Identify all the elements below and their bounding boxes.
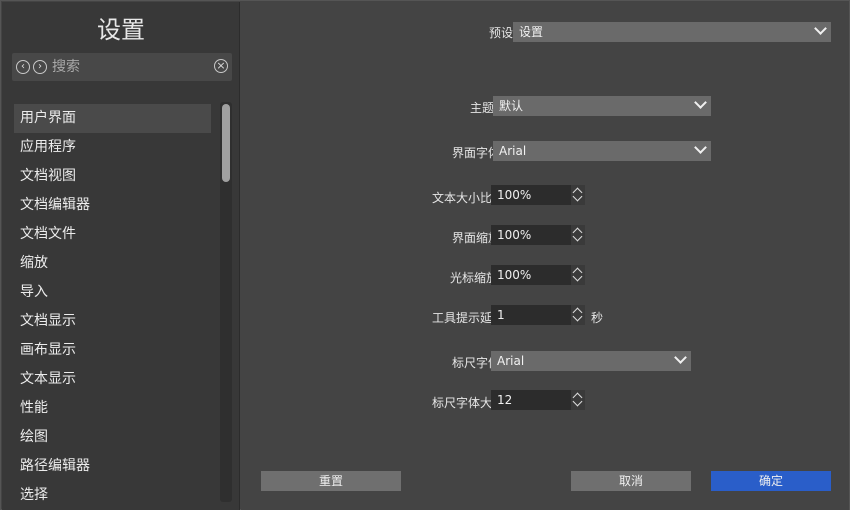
stepper-arrows-icon[interactable] bbox=[571, 390, 585, 410]
ui-scale-value: 100% bbox=[497, 228, 532, 242]
stepper-arrows-icon[interactable] bbox=[571, 225, 585, 245]
ruler-font-value: Arial bbox=[497, 354, 525, 368]
nav-list: 用户界面 应用程序 文档视图 文档编辑器 文档文件 缩放 导入 文档显示 画布显… bbox=[14, 104, 211, 510]
sidebar-item-canvas-display[interactable]: 画布显示 bbox=[14, 336, 211, 365]
sidebar-item-document-editor[interactable]: 文档编辑器 bbox=[14, 191, 211, 220]
preset-label: 预设 bbox=[489, 26, 513, 40]
tooltip-delay-unit: 秒 bbox=[591, 311, 604, 325]
clear-icon[interactable]: × bbox=[214, 59, 228, 73]
cursor-scale-stepper[interactable]: 100% bbox=[491, 265, 585, 285]
sidebar-item-text-display[interactable]: 文本显示 bbox=[14, 365, 211, 394]
sidebar-item-application[interactable]: 应用程序 bbox=[14, 133, 211, 162]
sidebar-item-performance[interactable]: 性能 bbox=[14, 394, 211, 423]
text-size-stepper[interactable]: 100% bbox=[491, 185, 585, 205]
theme-value: 默认 bbox=[499, 99, 524, 113]
sidebar-scroll-thumb[interactable] bbox=[222, 104, 230, 182]
sidebar-item-ui[interactable]: 用户界面 bbox=[14, 104, 211, 133]
ruler-font-label: 标尺字体 bbox=[452, 356, 494, 370]
chevron-down-icon bbox=[694, 141, 707, 154]
sidebar-item-document-display[interactable]: 文档显示 bbox=[14, 307, 211, 336]
ruler-font-size-label: 标尺字体大 bbox=[432, 396, 493, 410]
chevron-down-icon bbox=[814, 22, 827, 35]
settings-window: 设置 ‹ › × 用户界面 应用程序 文档视图 文档编辑器 文档文件 缩放 导入… bbox=[0, 0, 850, 510]
preset-select[interactable]: 设置 bbox=[513, 22, 831, 42]
search-box: ‹ › × bbox=[12, 53, 232, 81]
text-size-value: 100% bbox=[497, 188, 532, 202]
reset-button[interactable]: 重置 bbox=[261, 471, 401, 491]
theme-select[interactable]: 默认 bbox=[493, 96, 711, 116]
sidebar-item-zoom[interactable]: 缩放 bbox=[14, 249, 211, 278]
search-input[interactable] bbox=[52, 58, 202, 76]
text-size-label: 文本大小比 bbox=[432, 191, 493, 205]
ruler-font-select[interactable]: Arial bbox=[491, 351, 691, 371]
stepper-arrows-icon[interactable] bbox=[571, 265, 585, 285]
sidebar-item-path-editor[interactable]: 路径编辑器 bbox=[14, 452, 211, 481]
ui-font-select[interactable]: Arial bbox=[493, 141, 711, 161]
sidebar-item-import[interactable]: 导入 bbox=[14, 278, 211, 307]
sidebar-item-document-view[interactable]: 文档视图 bbox=[14, 162, 211, 191]
tooltip-delay-stepper[interactable]: 1 bbox=[491, 305, 585, 325]
theme-label: 主题 bbox=[470, 101, 494, 115]
tooltip-delay-value: 1 bbox=[497, 308, 505, 322]
settings-panel: 预设 设置 主题 默认 界面字体 Arial 文本大小比 100% 界面缩放 1… bbox=[241, 2, 849, 510]
preset-value: 设置 bbox=[519, 25, 544, 39]
cursor-scale-label: 光标缩放 bbox=[450, 271, 494, 285]
cursor-scale-value: 100% bbox=[497, 268, 532, 282]
sidebar-item-selection[interactable]: 选择 bbox=[14, 481, 211, 510]
chevron-down-icon bbox=[674, 351, 687, 364]
sidebar-item-drawing[interactable]: 绘图 bbox=[14, 423, 211, 452]
cancel-button[interactable]: 取消 bbox=[571, 471, 691, 491]
sidebar-scrollbar[interactable] bbox=[220, 102, 232, 502]
ui-scale-label: 界面缩放 bbox=[452, 231, 494, 245]
tooltip-delay-label: 工具提示延 bbox=[432, 311, 493, 325]
ui-font-value: Arial bbox=[499, 144, 527, 158]
sidebar-item-document-file[interactable]: 文档文件 bbox=[14, 220, 211, 249]
forward-icon[interactable]: › bbox=[33, 60, 47, 74]
sidebar: 设置 ‹ › × 用户界面 应用程序 文档视图 文档编辑器 文档文件 缩放 导入… bbox=[2, 2, 240, 510]
ui-font-label: 界面字体 bbox=[452, 146, 494, 160]
ui-scale-stepper[interactable]: 100% bbox=[491, 225, 585, 245]
stepper-arrows-icon[interactable] bbox=[571, 185, 585, 205]
ok-button[interactable]: 确定 bbox=[711, 471, 831, 491]
sidebar-title: 设置 bbox=[97, 16, 145, 44]
ruler-font-size-stepper[interactable]: 12 bbox=[491, 390, 585, 410]
ruler-font-size-value: 12 bbox=[497, 393, 513, 407]
stepper-arrows-icon[interactable] bbox=[571, 305, 585, 325]
chevron-down-icon bbox=[694, 96, 707, 109]
back-icon[interactable]: ‹ bbox=[16, 60, 30, 74]
